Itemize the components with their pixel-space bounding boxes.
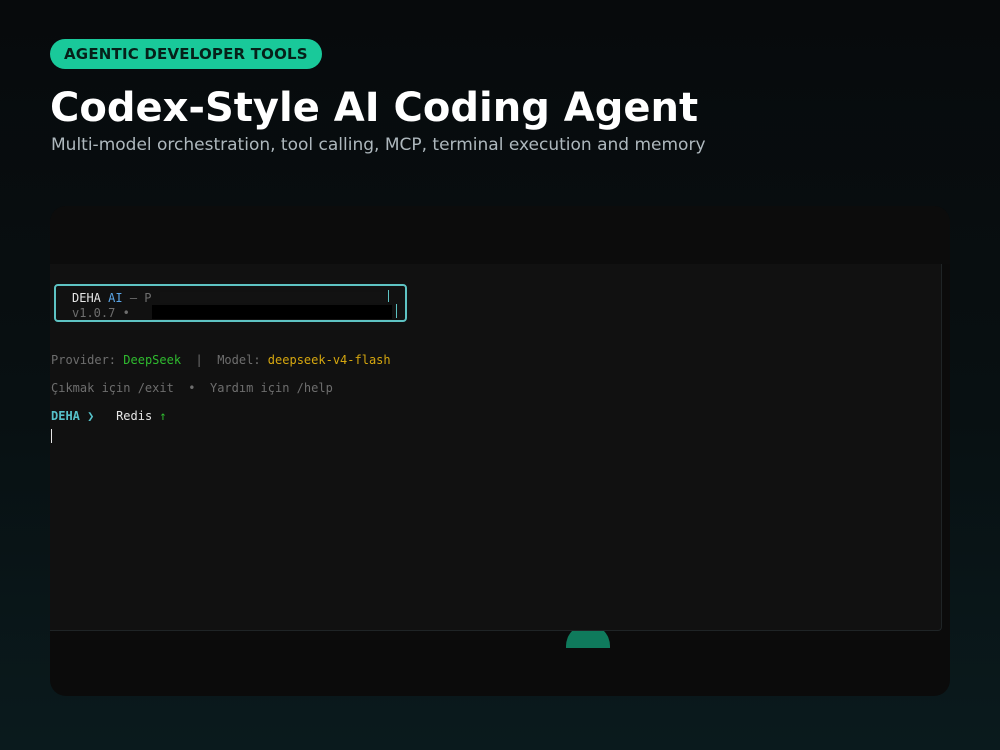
prompt-label: DEHA [51,409,80,423]
prompt-line[interactable]: DEHA ❯ Redis ↑ [51,408,167,424]
terminal-window[interactable]: DEHA AI — P v1.0.7 • Provider: DeepSeek … [50,264,942,631]
model-label: Model: [217,353,261,367]
text-cursor [51,429,52,443]
prompt-input-text[interactable]: Redis [116,409,152,423]
model-value: deepseek-v4-flash [267,353,391,367]
banner-title-line: DEHA AI — P [72,291,152,306]
banner-edge-mark [388,290,389,302]
banner-version: v1.0.7 [72,306,116,320]
hints-line: Çıkmak için /exit • Yardım için /help [51,380,333,396]
chevron-right-icon: ❯ [87,409,95,423]
banner-redacted-info [152,305,392,319]
banner-bullet: • [122,306,130,320]
screenshot-frame: DEHA AI — P v1.0.7 • Provider: DeepSeek … [50,206,950,696]
hint-bullet: • [188,381,196,395]
provider-line: Provider: DeepSeek | Model: deepseek-v4-… [51,352,391,368]
banner-edge-mark [396,304,397,318]
banner-app-suffix: AI [108,291,123,305]
page-title: Codex-Style AI Coding Agent [50,85,699,131]
help-hint: Yardım için /help [209,381,333,395]
provider-value: DeepSeek [123,353,182,367]
exit-hint: Çıkmak için /exit [51,381,174,395]
provider-label: Provider: [51,353,117,367]
banner-tagline: P [144,291,152,305]
banner-redacted-tagline [160,292,388,303]
banner-version-line: v1.0.7 • [72,306,130,321]
banner-app-name: DEHA [72,291,101,305]
arrow-up-icon: ↑ [159,409,167,423]
frame-top-bar [50,206,950,264]
banner-dash: — [129,291,138,305]
info-separator: | [195,353,203,367]
page-subtitle: Multi-model orchestration, tool calling,… [51,135,706,155]
terminal-banner: DEHA AI — P v1.0.7 • [54,284,407,322]
category-badge: AGENTIC DEVELOPER TOOLS [50,39,322,69]
